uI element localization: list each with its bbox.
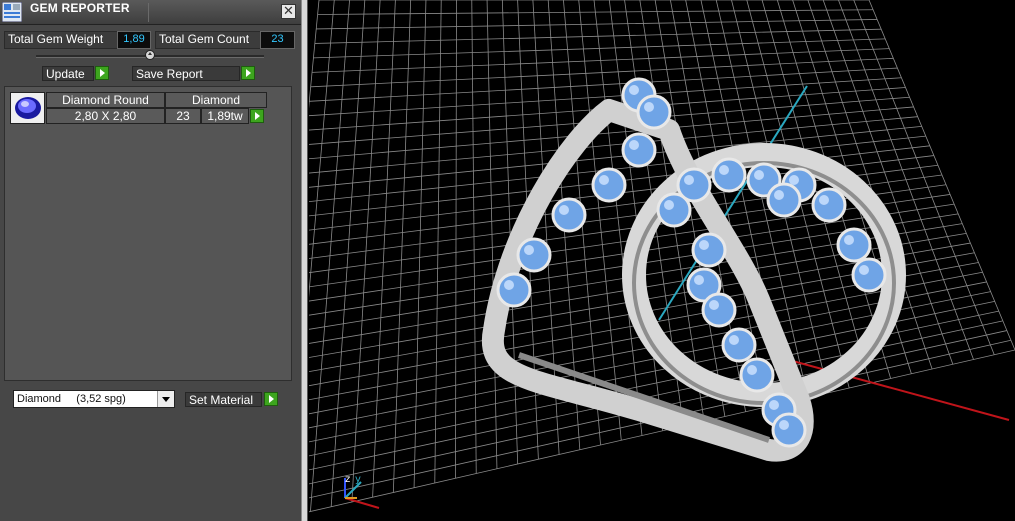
gem-list (4, 86, 292, 381)
gem-reporter-app-icon (2, 2, 22, 22)
gem-stone (516, 237, 552, 273)
gem-stone (721, 327, 757, 363)
gem-size-cell[interactable]: 2,80 X 2,80 (46, 108, 165, 124)
grid-line (593, 0, 643, 436)
material-select-value: Diamond (3,52 spg) (17, 393, 126, 405)
gem-weight-cell[interactable]: 1,89tw (201, 108, 249, 124)
gem-name-cell[interactable]: Diamond Round (46, 92, 165, 108)
floor-grid (309, 0, 1015, 513)
gem-stone (676, 167, 712, 203)
gem-stone (851, 257, 887, 293)
gem-highlight (629, 85, 639, 95)
save-report-button[interactable]: Save Report (132, 66, 240, 81)
panel-title: GEM REPORTER (30, 1, 130, 15)
gem-stone (836, 227, 872, 263)
gem-stone (691, 232, 727, 268)
chevron-down-icon[interactable] (157, 391, 174, 407)
gem-highlight (769, 400, 779, 410)
gem-stone (766, 182, 802, 218)
gem-highlight (844, 235, 854, 245)
gem-highlight (779, 420, 789, 430)
grid-line (309, 0, 320, 109)
save-report-play-icon[interactable] (241, 66, 255, 80)
gem-highlight (524, 245, 534, 255)
grid-line (309, 349, 1015, 513)
close-icon[interactable]: ✕ (281, 4, 296, 19)
gem-highlight (684, 175, 694, 185)
gem-row-play-icon[interactable] (250, 109, 264, 123)
update-play-icon[interactable] (95, 66, 109, 80)
ring-scene[interactable]: z y (309, 0, 1015, 521)
size-slider-thumb[interactable] (145, 50, 155, 60)
gem-material-cell[interactable]: Diamond (165, 92, 267, 108)
gem-stone (636, 94, 672, 130)
gem-stone (739, 357, 775, 393)
grid-line (807, 0, 933, 370)
gem-highlight (629, 140, 639, 150)
gem-reporter-panel: GEM REPORTER ✕ Total Gem Weight 1,89 Tot… (0, 0, 302, 521)
gem-highlight (774, 190, 784, 200)
gem-highlight (559, 205, 569, 215)
gem-stone (496, 272, 532, 308)
gem-highlight (709, 300, 719, 310)
gem-highlight (644, 102, 654, 112)
gem-stone (551, 197, 587, 233)
gem-highlight (694, 275, 704, 285)
gem-stone (771, 412, 807, 448)
round-gem-icon[interactable] (10, 92, 45, 124)
gem-highlight (719, 165, 729, 175)
gem-highlight (747, 365, 757, 375)
gem-stone (701, 292, 737, 328)
axis-label-y: y (355, 474, 361, 485)
total-gem-count-value: 23 (260, 31, 295, 49)
gem-highlight (664, 200, 674, 210)
update-button[interactable]: Update (42, 66, 94, 81)
gem-highlight (789, 175, 799, 185)
gem-count-cell[interactable]: 23 (165, 108, 201, 124)
gem-highlight (859, 265, 869, 275)
gem-highlight (729, 335, 739, 345)
gem-stone (711, 157, 747, 193)
gem-highlight (754, 170, 764, 180)
titlebar-divider (148, 3, 149, 22)
gem-highlight (819, 195, 829, 205)
gem-stone (591, 167, 627, 203)
gem-stone (621, 132, 657, 168)
total-gem-weight-label: Total Gem Weight (4, 31, 119, 49)
gem-highlight (699, 240, 709, 250)
set-material-button[interactable]: Set Material (185, 392, 262, 407)
panel-splitter[interactable] (301, 0, 308, 521)
total-gem-count-label: Total Gem Count (155, 31, 261, 49)
gem-highlight (599, 175, 609, 185)
panel-titlebar[interactable]: GEM REPORTER ✕ (0, 0, 301, 25)
total-gem-weight-value: 1,89 (117, 31, 151, 49)
axis-orientation-widget: z y (344, 474, 380, 509)
material-select[interactable]: Diamond (3,52 spg) (13, 390, 175, 408)
grid-line (853, 0, 995, 355)
gem-stone (811, 187, 847, 223)
gem-highlight (504, 280, 514, 290)
axis-label-z: z (345, 474, 350, 485)
3d-viewport[interactable]: z y (309, 0, 1015, 521)
set-material-play-icon[interactable] (264, 392, 278, 406)
